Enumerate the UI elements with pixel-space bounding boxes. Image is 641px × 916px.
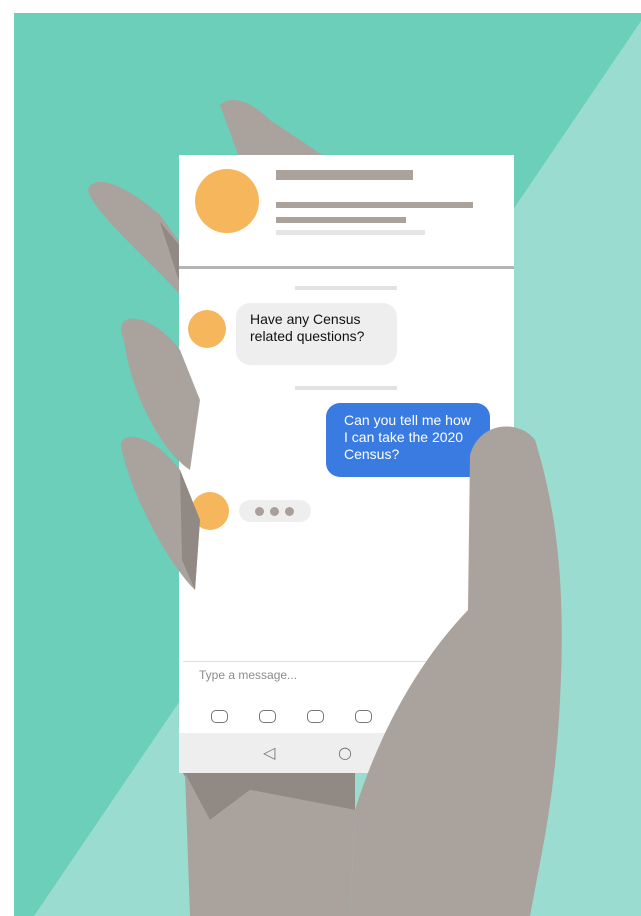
hand-thumb: [350, 426, 562, 916]
hand-front: [121, 318, 562, 916]
illustration: Have any Census related questions? Can y…: [0, 0, 641, 916]
